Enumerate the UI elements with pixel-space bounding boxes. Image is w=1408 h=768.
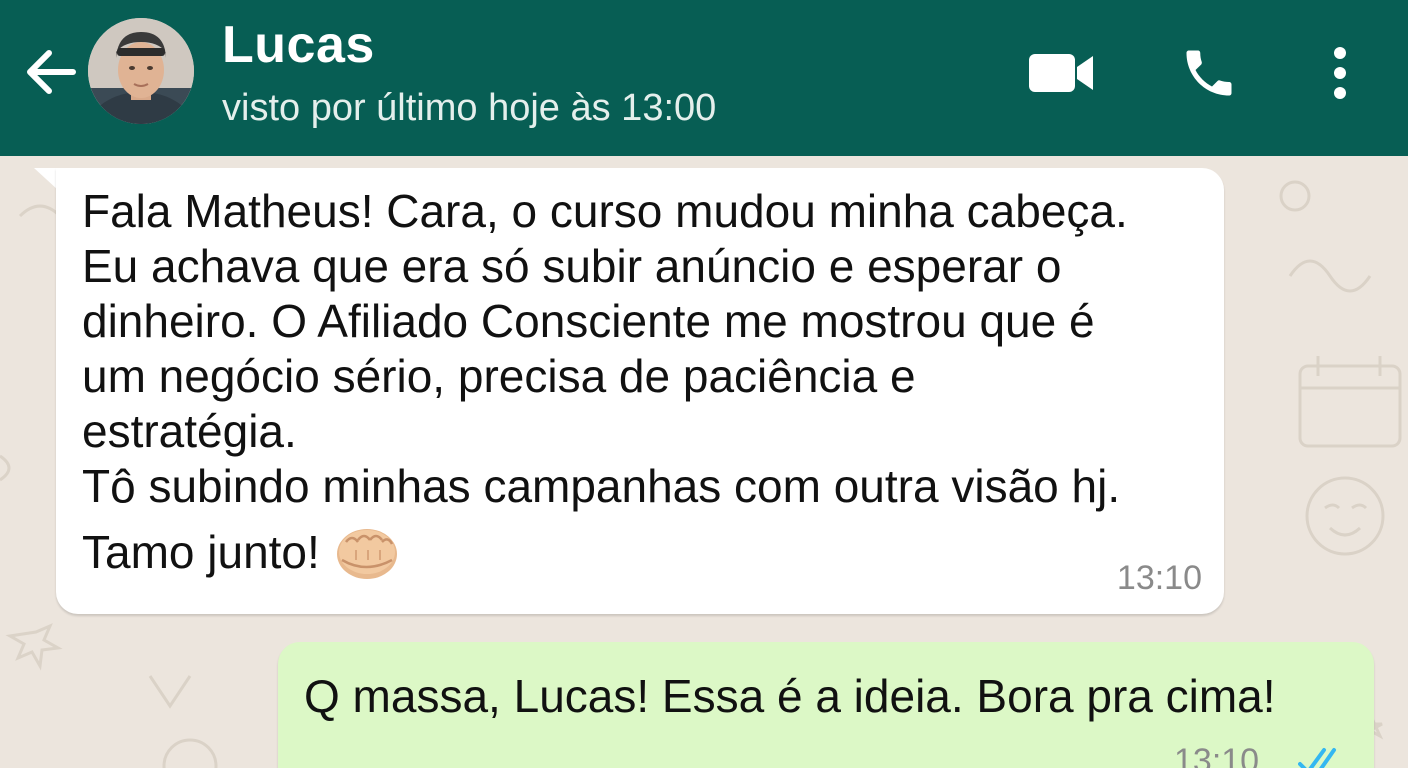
voice-call-button[interactable] [1170,38,1248,108]
video-call-icon [1029,54,1093,92]
double-check-read-icon [1298,748,1336,768]
incoming-timestamp: 13:10 [1116,559,1202,597]
phone-icon [1186,50,1232,96]
incoming-message[interactable]: Fala Matheus! Cara, o curso mudou minha … [56,168,1224,614]
more-vert-icon [1334,47,1346,99]
last-seen-status: visto por último hoje às 13:00 [222,87,717,129]
outgoing-message-text: Q massa, Lucas! Essa é a ideia. Bora pra… [304,670,1276,722]
incoming-message-closing: Tamo junto! [82,522,400,582]
incoming-bubble-tail [34,168,58,190]
outgoing-message[interactable]: Q massa, Lucas! Essa é a ideia. Bora pra… [278,642,1374,768]
conversation-area[interactable]: Fala Matheus! Cara, o curso mudou minha … [0,156,1408,768]
video-call-button[interactable] [1020,38,1102,108]
contact-avatar[interactable] [88,18,194,124]
incoming-message-text: Fala Matheus! Cara, o curso mudou minha … [82,185,1128,512]
outgoing-timestamp: 13:10 [1174,742,1260,768]
more-options-button[interactable] [1312,38,1368,108]
closing-text: Tamo junto! [82,526,320,578]
chat-header: Lucas visto por último hoje às 13:00 [0,0,1408,156]
fist-bump-emoji [336,529,397,579]
back-arrow-icon [27,50,76,94]
contact-name[interactable]: Lucas [222,12,375,78]
back-button[interactable] [18,40,82,104]
